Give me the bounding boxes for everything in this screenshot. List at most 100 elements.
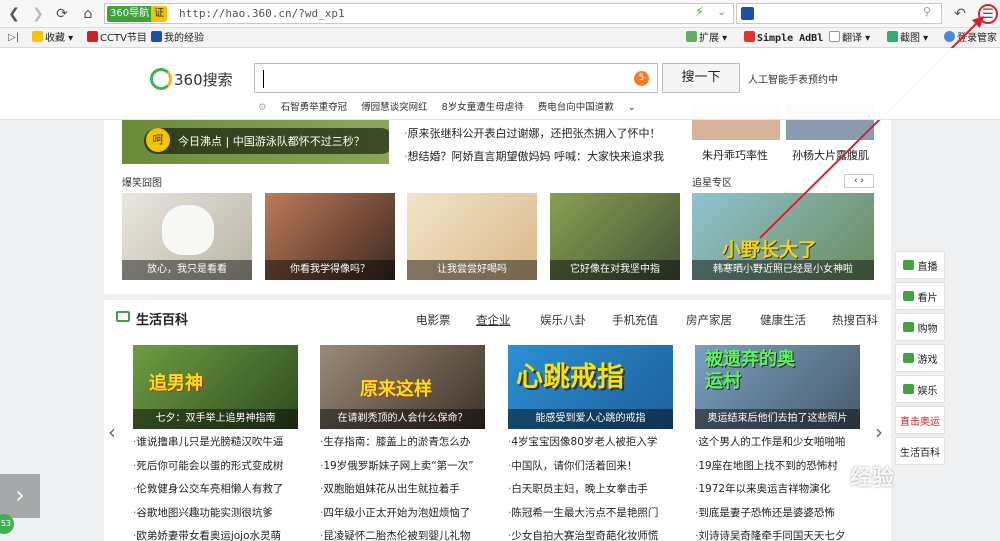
dropdown-icon[interactable]: ⌄ xyxy=(717,5,726,18)
section-title: 生活百科 xyxy=(136,313,189,328)
list-item[interactable]: 4岁宝宝因像80岁老人被拒入学 xyxy=(508,431,678,455)
image-caption: 你看我学得像吗？ xyxy=(265,260,395,280)
list-item[interactable]: 谷歌地图兴趣功能实测很坑爹 xyxy=(133,502,303,526)
sidebar-item-olympics[interactable]: 直击奥运 xyxy=(895,406,945,434)
carousel-nav[interactable]: ‹ › xyxy=(844,174,874,188)
menu-icon[interactable]: ☰ xyxy=(978,4,998,24)
float-badge[interactable]: 53 xyxy=(0,514,14,534)
lightning-icon[interactable]: ⚡ xyxy=(695,5,704,20)
carousel-next-icon[interactable]: › xyxy=(875,420,883,444)
login-icon xyxy=(944,31,955,42)
search-input[interactable]: 5 xyxy=(254,63,658,93)
life-image[interactable]: 原来这样 在请剃秃顶的人会什么保命？ xyxy=(320,345,485,429)
page-content: 360搜索 5 搜一下 人工智能手表预约中 ⚙ 石智勇举重夺冠 傅园慧谈突网红 … xyxy=(0,48,1000,541)
image-headline: 心跳戒指 xyxy=(516,362,624,393)
forward-icon[interactable]: ❯ xyxy=(28,4,48,24)
undo-icon[interactable]: ↶ xyxy=(950,4,970,24)
page-prev-icon[interactable]: › xyxy=(0,474,40,518)
search-logo[interactable]: 360搜索 xyxy=(150,66,233,92)
funny-image[interactable]: 放心，我只是看看 xyxy=(122,193,252,280)
sidebar-item-games[interactable]: 游戏 xyxy=(895,344,945,372)
refresh-icon[interactable]: ⟳ xyxy=(52,4,72,24)
life-image[interactable]: 心跳戒指 能感受到爱人心跳的戒指 xyxy=(508,345,673,429)
bookmark-cctv[interactable]: CCTV节目 xyxy=(87,31,147,46)
list-item[interactable]: 死后你可能会以蛋的形式变成树 xyxy=(133,455,303,479)
feature-card: 呵 今日沸点 | 中国游泳队都怀不过三秒？ 原来张继科公开表白过谢娜，还把张杰拥… xyxy=(104,104,891,294)
bookmark-login[interactable]: 登录管家 xyxy=(944,31,997,46)
url-text[interactable]: http://hao.360.cn/?wd_xp1 xyxy=(179,6,345,22)
nav-360-badge[interactable]: 360导航 xyxy=(107,6,153,22)
list-item[interactable]: 四年级小正太开始为泡妞烦恼了 xyxy=(320,502,490,526)
home-icon[interactable]: ⌂ xyxy=(78,4,98,24)
feature-caption: 今日沸点 | 中国游泳队都怀不过三秒？ xyxy=(178,135,365,148)
section-title: 爆笑囧图 xyxy=(122,178,162,189)
sidebar-toggle-icon[interactable]: ▷| xyxy=(8,31,19,45)
list-item[interactable]: 少女自拍大赛治型奇葩化妆师慌 xyxy=(508,525,678,541)
sidebar-item-live[interactable]: 直播 xyxy=(895,251,945,279)
sidebar-item-movies[interactable]: 看片 xyxy=(895,282,945,310)
life-image[interactable]: 被遗弃的奥运村 奥运结束后他们去拍了这些照片 xyxy=(695,345,860,429)
bookmark-extension[interactable]: 扩展 ▾ xyxy=(686,31,727,46)
bookmark-adblock[interactable]: Simple AdBl xyxy=(744,31,823,46)
tab-home[interactable]: 房产家居 xyxy=(686,312,732,328)
sidebar-item-entertainment[interactable]: 娱乐 xyxy=(895,375,945,403)
tab-movie[interactable]: 电影票 xyxy=(416,312,451,328)
carousel-prev-icon[interactable]: ‹ xyxy=(108,420,116,444)
bookmark-screenshot[interactable]: 截图 ▾ xyxy=(887,31,928,46)
list-item[interactable]: 到底是妻子恐怖还是婆婆恐怖 xyxy=(695,502,865,526)
hot-search-item[interactable]: 石智勇举重夺冠 xyxy=(281,102,348,113)
list-item[interactable]: 双胞胎姐妹花从出生就拉着手 xyxy=(320,478,490,502)
image-caption: 奥运结束后他们去拍了这些照片 xyxy=(695,409,860,429)
toolbar-search-box[interactable]: ⚲ xyxy=(736,3,942,24)
tab-company[interactable]: 查企业 xyxy=(476,312,511,328)
funny-image[interactable]: 你看我学得像吗？ xyxy=(265,193,395,280)
list-item[interactable]: 19岁俄罗斯妹子网上卖“第一次” xyxy=(320,455,490,479)
bookmark-favorites[interactable]: 收藏 ▾ xyxy=(32,31,73,46)
list-item[interactable]: 昆凌疑怀二胎杰伦被到婴儿礼物 xyxy=(320,525,490,541)
star-caption[interactable]: 朱丹乖巧率性 xyxy=(702,147,768,163)
list-item[interactable]: 陈冠希一生最大污点不是艳照门 xyxy=(508,502,678,526)
text-cursor xyxy=(263,70,264,88)
bookmark-jingyan[interactable]: 我的经验 xyxy=(151,31,204,46)
funny-image[interactable]: 让我尝尝好喝吗 xyxy=(407,193,537,280)
tab-hot-search[interactable]: 热搜百科 xyxy=(832,312,878,328)
star-caption[interactable]: 孙杨大片露腹肌 xyxy=(792,147,869,163)
sidebar-item-shopping[interactable]: 购物 xyxy=(895,313,945,341)
list-item[interactable]: 白天职员主妇，晚上女拳击手 xyxy=(508,478,678,502)
list-item[interactable]: 原来张继科公开表白过谢娜，还把张杰拥入了怀中！ xyxy=(404,122,684,145)
search-button[interactable]: 搜一下 xyxy=(662,63,740,93)
hot-search-item[interactable]: 8岁女童遭生母虐待 xyxy=(442,102,524,113)
list-item[interactable]: 19座在地图上找不到的恐怖村 xyxy=(695,455,865,479)
funny-image[interactable]: 它好像在对我坚中指 xyxy=(550,193,680,280)
tab-gossip[interactable]: 娱乐八卦 xyxy=(540,312,586,328)
image-caption: 它好像在对我坚中指 xyxy=(550,260,680,280)
list-item[interactable]: 欧弟娇妻带女看奥运jojo水灵萌 xyxy=(133,525,303,541)
tab-health[interactable]: 健康生活 xyxy=(760,312,806,328)
list-item[interactable]: 谁说撸串儿只是光膀糙汉吹牛逼 xyxy=(133,431,303,455)
chevron-down-icon[interactable]: ⌄ xyxy=(628,102,636,113)
certificate-badge[interactable]: 证 xyxy=(151,6,167,22)
list-item[interactable]: 刘诗诗吴奇隆牵手同国天天七夕 xyxy=(695,525,865,541)
bookmark-translate[interactable]: 翻译 ▾ xyxy=(829,31,870,46)
list-item[interactable]: 中国队，请你们活着回来！ xyxy=(508,455,678,479)
back-icon[interactable]: ❮ xyxy=(4,4,24,24)
hot-search-item[interactable]: 费电台向中国道歉 xyxy=(538,102,614,113)
list-item[interactable]: 生存指南：膝盖上的淤青怎么办 xyxy=(320,431,490,455)
hot-search-item[interactable]: 傅园慧谈突网红 xyxy=(361,102,428,113)
life-image[interactable]: 追男神 七夕：双手举上追男神指南 xyxy=(133,345,298,429)
list-item[interactable]: 想结婚？阿娇直言期望傲妈妈 呼喊：大家快来追求我 xyxy=(404,145,684,168)
search-promo[interactable]: 人工智能手表预约中 xyxy=(748,71,838,86)
tab-phone-recharge[interactable]: 手机充值 xyxy=(612,312,658,328)
list-item[interactable]: 伦敦健身公交车亮相懒人有救了 xyxy=(133,478,303,502)
feature-news-list: 原来张继科公开表白过谢娜，还把张杰拥入了怀中！ 想结婚？阿娇直言期望傲妈妈 呼喊… xyxy=(404,122,684,168)
adblock-icon xyxy=(744,31,755,42)
feature-image[interactable]: 呵 今日沸点 | 中国游泳队都怀不过三秒？ xyxy=(122,114,389,164)
search-icon[interactable]: ⚲ xyxy=(923,5,931,18)
list-item[interactable]: 这个男人的工作是和少女啪啪啪 xyxy=(695,431,865,455)
life-list: 4岁宝宝因像80岁老人被拒入学 中国队，请你们活着回来！ 白天职员主妇，晚上女拳… xyxy=(508,431,678,541)
star-icon xyxy=(32,31,43,42)
sidebar-item-life[interactable]: 生活百科 xyxy=(895,437,945,465)
star-zone-image[interactable]: 小野长大了 韩寒晒小野近照已经是小女神啦 xyxy=(692,193,874,280)
list-item[interactable]: 1972年以来奥运吉祥物演化 xyxy=(695,478,865,502)
address-bar[interactable]: 360导航 证 http://hao.360.cn/?wd_xp1 ⚡ ⌄ xyxy=(104,3,734,24)
